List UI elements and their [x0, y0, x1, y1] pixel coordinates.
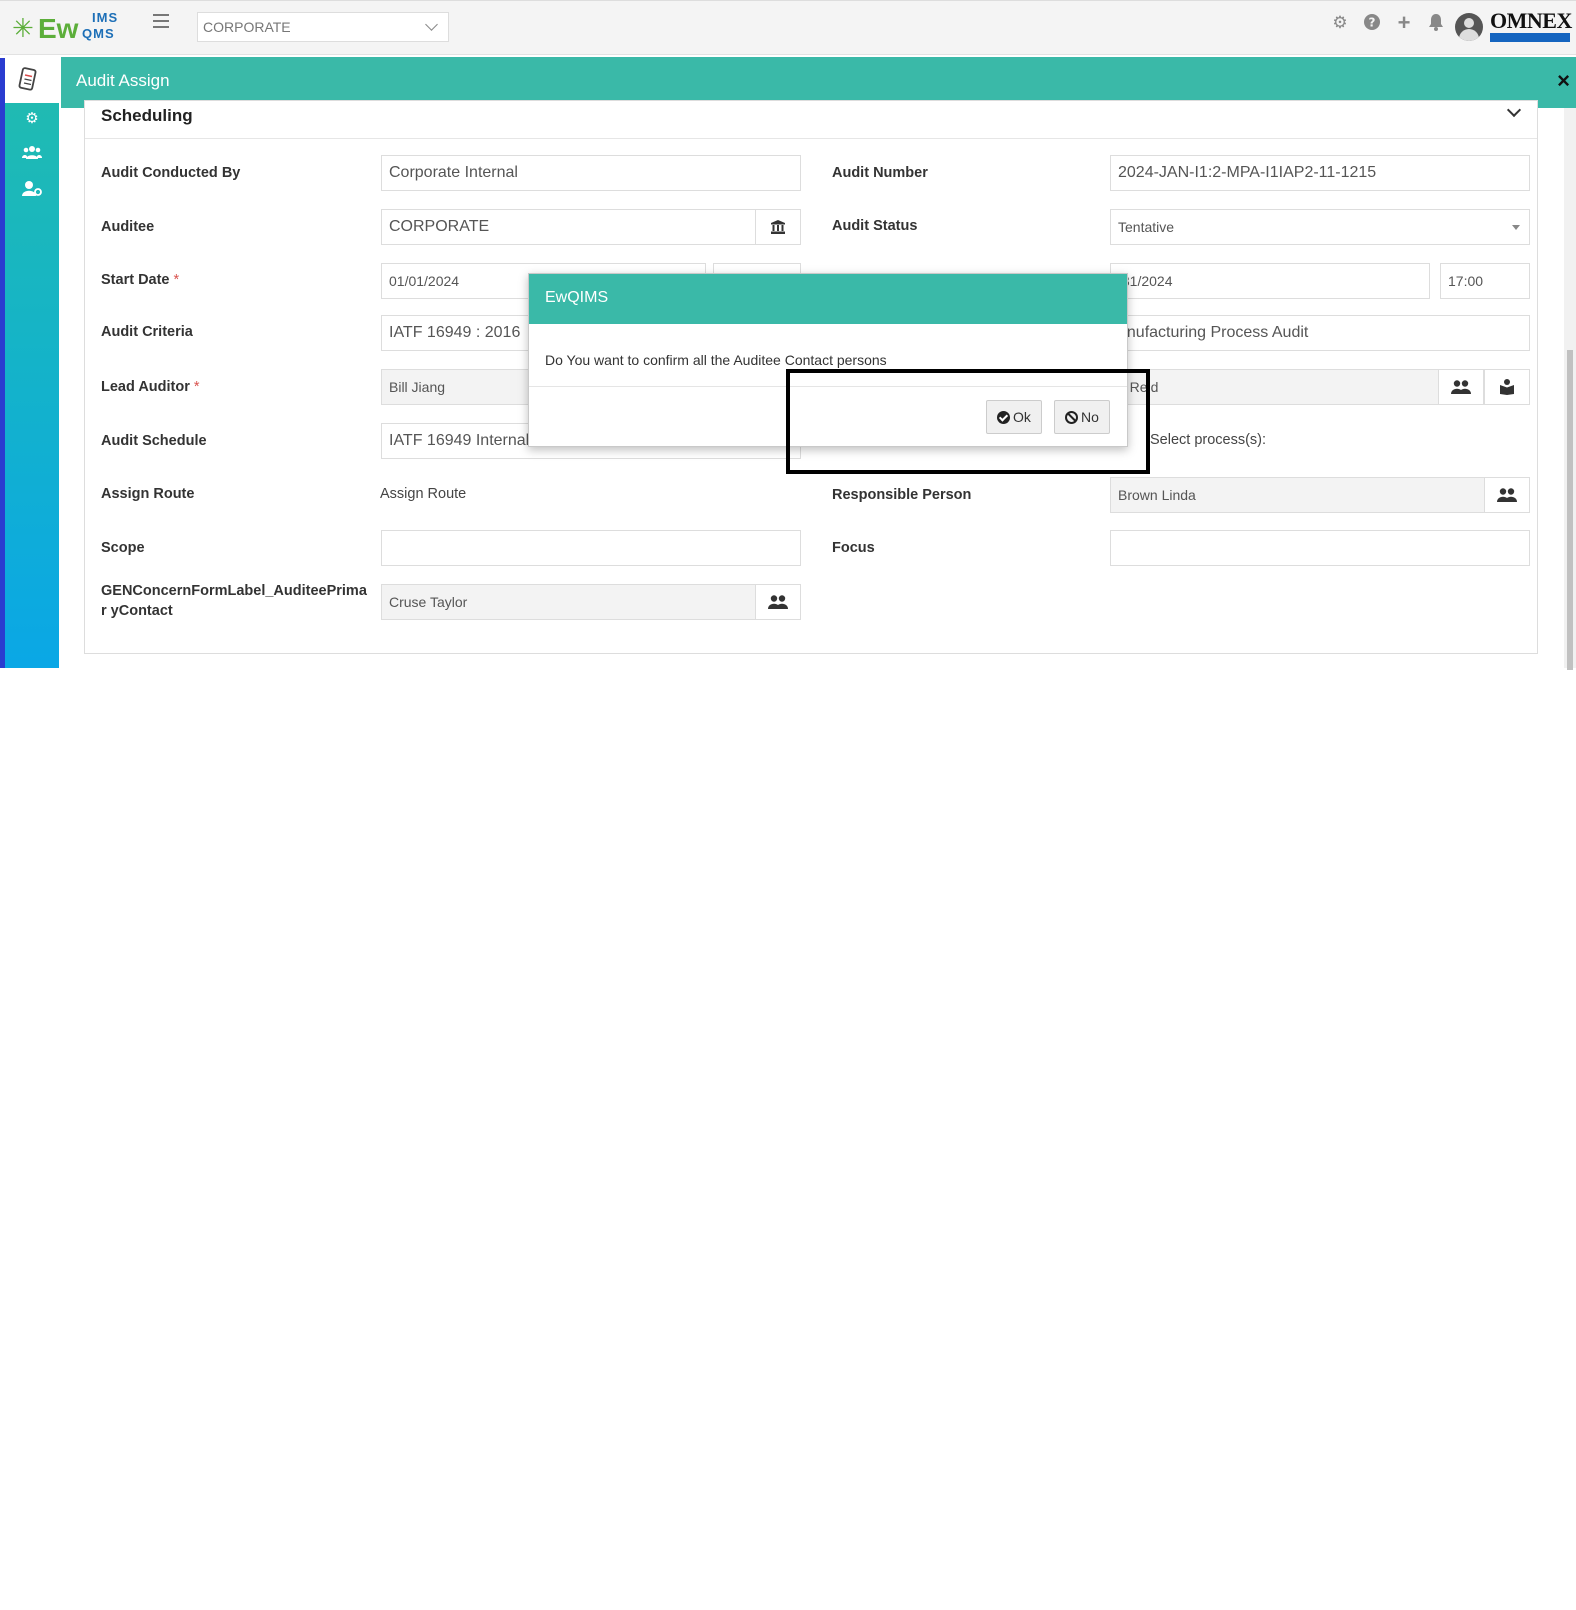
logo-text: Ew	[38, 13, 79, 44]
lead-auditor-label: Lead Auditor *	[101, 377, 200, 397]
lead-auditor-label-text: Lead Auditor	[101, 379, 190, 395]
panel-header[interactable]: Scheduling	[85, 101, 1537, 139]
dialog-header: EwQIMS	[529, 274, 1127, 324]
logo-qms-text: QMS	[82, 26, 115, 41]
institution-icon[interactable]	[755, 210, 800, 244]
auditee-value: CORPORATE	[389, 218, 490, 235]
audit-criteria-value: IATF 16949 : 2016	[389, 324, 521, 341]
section-title: Scheduling	[101, 106, 193, 125]
ewims-logo[interactable]: ✳ Ew IMS QMS	[12, 9, 122, 45]
audit-number-field[interactable]: 2024-JAN-I1:2-MPA-I1IAP2-11-1215	[1110, 155, 1530, 191]
start-date-value: 01/01/2024	[389, 273, 460, 289]
auditee-field[interactable]: CORPORATE	[381, 209, 801, 245]
omnex-logo: OMNEX	[1490, 8, 1572, 43]
settings-icon[interactable]: ⚙	[20, 107, 44, 131]
caret-down-icon	[1512, 225, 1520, 230]
assign-route-label: Assign Route	[101, 486, 195, 502]
plus-icon[interactable]: +	[1394, 12, 1414, 34]
assign-route-link[interactable]: Assign Route	[380, 484, 466, 504]
auditee-label: Auditee	[101, 219, 155, 235]
logo-ims-text: IMS	[92, 10, 119, 25]
primary-contact-value: Cruse Taylor	[389, 594, 468, 610]
start-date-label: Start Date *	[101, 270, 179, 290]
logo-star-icon: ✳	[12, 13, 34, 43]
close-icon[interactable]: ×	[1557, 69, 1570, 93]
focus-field[interactable]	[1110, 530, 1530, 566]
audit-criteria-label: Audit Criteria	[101, 324, 193, 340]
highlight-box	[786, 369, 1150, 474]
select-process-label[interactable]: Select process(s):	[1150, 430, 1266, 450]
org-selector[interactable]: CORPORATE	[197, 12, 449, 42]
audit-icon	[18, 67, 37, 91]
scope-field[interactable]	[381, 530, 801, 566]
gear-icon[interactable]: ⚙	[1330, 13, 1350, 33]
org-selector-value: CORPORATE	[203, 19, 291, 35]
responsible-person-label: Responsible Person	[832, 487, 972, 503]
required-mark: *	[173, 272, 180, 288]
avatar[interactable]	[1455, 13, 1483, 41]
dialog-title: EwQIMS	[545, 289, 609, 306]
svg-text:?: ?	[1369, 16, 1376, 30]
scrollbar[interactable]	[1564, 108, 1576, 670]
omnex-logo-text: OMNEX	[1490, 8, 1572, 33]
auditor-field[interactable]: n Reid	[1110, 369, 1530, 405]
people-icon[interactable]	[1484, 478, 1529, 512]
audit-status-value: Tentative	[1118, 219, 1175, 235]
help-icon[interactable]: ?	[1362, 13, 1382, 33]
scrollbar-thumb[interactable]	[1567, 350, 1573, 670]
page-title: Audit Assign	[76, 71, 170, 90]
audit-type-field[interactable]: anufacturing Process Audit	[1110, 315, 1530, 351]
audit-conducted-by-field[interactable]: Corporate Internal	[381, 155, 801, 191]
top-bar: ✳ Ew IMS QMS CORPORATE ⚙ ? + OMNEX	[0, 0, 1576, 55]
scope-label: Scope	[101, 540, 145, 556]
dialog-message: Do You want to confirm all the Auditee C…	[545, 352, 887, 368]
menu-toggle-icon[interactable]	[153, 14, 169, 28]
audit-status-label: Audit Status	[832, 218, 918, 234]
required-mark: *	[193, 379, 200, 395]
focus-label: Focus	[832, 540, 875, 556]
audit-conducted-by-label: Audit Conducted By	[101, 165, 241, 181]
audit-schedule-value: IATF 16949 Internal	[389, 432, 530, 449]
end-time-value: 17:00	[1448, 273, 1484, 289]
group-icon[interactable]	[20, 144, 44, 168]
sidebar: ⚙	[0, 58, 59, 668]
responsible-person-field[interactable]: Brown Linda	[1110, 477, 1530, 513]
user-settings-icon[interactable]	[20, 180, 44, 204]
audit-status-select[interactable]: Tentative	[1110, 209, 1530, 245]
lead-auditor-value: Bill Jiang	[389, 379, 446, 395]
audit-type-value: anufacturing Process Audit	[1118, 324, 1309, 341]
audit-schedule-label: Audit Schedule	[101, 433, 207, 449]
end-date-field[interactable]: /31/2024	[1110, 263, 1430, 299]
sidebar-item-audit[interactable]	[5, 58, 59, 103]
responsible-person-value: Brown Linda	[1118, 487, 1196, 503]
book-reader-icon[interactable]	[1484, 370, 1529, 404]
bell-icon[interactable]	[1426, 13, 1446, 33]
chevron-down-icon	[425, 18, 438, 31]
audit-conducted-by-value: Corporate Internal	[389, 164, 518, 181]
primary-contact-field[interactable]: Cruse Taylor	[381, 584, 801, 620]
start-date-label-text: Start Date	[101, 272, 170, 288]
end-time-field[interactable]: 17:00	[1440, 263, 1530, 299]
people-icon[interactable]	[1438, 370, 1484, 404]
audit-number-value: 2024-JAN-I1:2-MPA-I1IAP2-11-1215	[1118, 164, 1377, 181]
primary-contact-label: GENConcernFormLabel_AuditeePrimar yConta…	[101, 583, 367, 619]
people-icon[interactable]	[755, 585, 800, 619]
omnex-logo-bar	[1490, 33, 1570, 42]
audit-number-label: Audit Number	[832, 165, 928, 181]
chevron-down-icon[interactable]	[1506, 102, 1522, 118]
